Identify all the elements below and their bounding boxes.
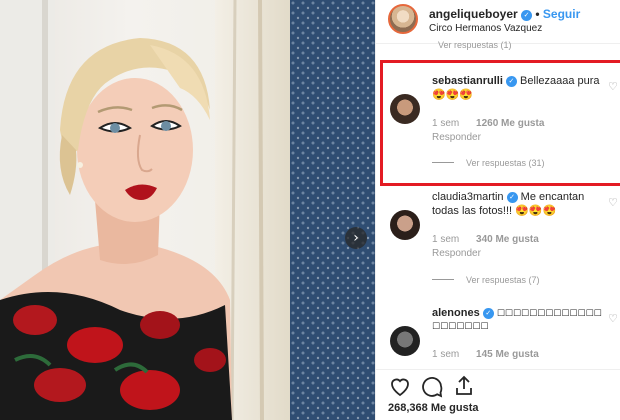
comment-emojis: 😍😍😍 — [432, 89, 474, 101]
post-header: angeliqueboyer ✓ • Seguir Circo Hermanos… — [376, 0, 620, 44]
next-photo-button[interactable]: › — [345, 227, 367, 249]
comment-time[interactable]: 1 sem — [432, 234, 459, 245]
separator-dot: • — [535, 7, 540, 21]
comment-time[interactable]: 1 sem — [432, 349, 459, 360]
comment-text: Bellezaaaa pura — [520, 75, 600, 87]
comment-username: claudia3martin ✓ Me encantan — [432, 191, 584, 203]
comment-like-icon[interactable]: ♡ — [608, 80, 618, 93]
comment-avatar[interactable] — [390, 94, 420, 124]
verified-badge-icon: ✓ — [521, 10, 533, 21]
comment-text: ☐☐☐☐☐☐☐☐☐☐☐☐☐ — [496, 309, 602, 319]
comment-likes[interactable]: 145 Me gusta — [476, 349, 539, 360]
author-line: angeliqueboyer ✓ • Seguir — [429, 7, 580, 21]
comment-bubble-icon[interactable] — [420, 374, 444, 398]
comment-user-link[interactable]: sebastianrulli — [432, 75, 503, 87]
comment-time[interactable]: 1 sem — [432, 118, 459, 129]
comment-avatar[interactable] — [390, 210, 420, 240]
comment-text-line2: todas las fotos!!! 😍😍😍 — [432, 205, 557, 217]
comment-like-icon[interactable]: ♡ — [608, 196, 618, 209]
comment-avatar[interactable] — [390, 326, 420, 356]
likes-count[interactable]: 268,368 Me gusta — [388, 402, 479, 414]
comment-like-icon[interactable]: ♡ — [608, 312, 618, 325]
post-location[interactable]: Circo Hermanos Vazquez — [429, 23, 542, 34]
portrait-illustration — [0, 0, 375, 420]
comment-likes[interactable]: 1260 Me gusta — [476, 118, 544, 129]
heart-icon[interactable] — [388, 374, 412, 398]
verified-badge-icon: ✓ — [506, 192, 518, 203]
post-actions: 268,368 Me gusta — [376, 369, 620, 420]
comment-user-link[interactable]: claudia3martin — [432, 191, 504, 203]
view-replies-button[interactable]: Ver respuestas (7) — [432, 275, 540, 285]
follow-button[interactable]: Seguir — [543, 7, 580, 21]
verified-badge-icon: ✓ — [482, 308, 494, 319]
comment-text-line2: ☐☐☐☐☐☐☐ — [432, 322, 489, 332]
reply-button[interactable]: Responder — [432, 132, 481, 143]
verified-badge-icon: ✓ — [505, 76, 517, 87]
comment-meta: 1 sem 340 Me gusta — [432, 234, 539, 245]
view-replies-button[interactable]: Ver respuestas (31) — [432, 158, 545, 168]
comment-meta: 1 sem 145 Me gusta — [432, 349, 539, 360]
comments-panel: angeliqueboyer ✓ • Seguir Circo Hermanos… — [375, 0, 620, 420]
comment-username: sebastianrulli ✓ Bellezaaaa pura — [432, 75, 600, 87]
author-avatar[interactable] — [388, 4, 418, 34]
view-replies-partial[interactable]: Ver respuestas (1) — [438, 40, 512, 50]
post-photo: › — [0, 0, 375, 420]
comment-username: alenones ✓ ☐☐☐☐☐☐☐☐☐☐☐☐☐ — [432, 307, 602, 319]
share-arrow-icon[interactable] — [452, 374, 476, 398]
comment-meta: 1 sem 1260 Me gusta — [432, 118, 544, 129]
comment-likes[interactable]: 340 Me gusta — [476, 234, 539, 245]
reply-button[interactable]: Responder — [432, 248, 481, 259]
author-username[interactable]: angeliqueboyer — [429, 7, 518, 21]
comment-text: Me encantan — [520, 191, 585, 203]
comment-user-link[interactable]: alenones — [432, 307, 480, 319]
